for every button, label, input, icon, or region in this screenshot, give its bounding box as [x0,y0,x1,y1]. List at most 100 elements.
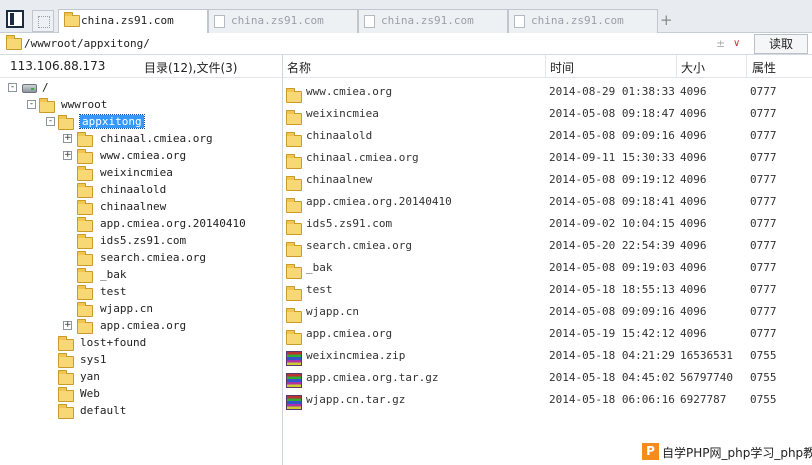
column-time[interactable]: 时间 [550,59,574,76]
folder-icon [58,115,74,130]
tree-node[interactable]: chinaalold [0,182,280,199]
tree-node-label: search.cmiea.org [100,251,206,264]
column-size[interactable]: 大小 [681,59,705,76]
file-attr: 0777 [750,173,777,186]
file-row[interactable]: weixincmiea.zip 2014-05-18 04:21:29 165365… [283,344,812,366]
file-name: weixincmiea.zip [306,349,406,362]
tab-3[interactable]: china.zs91.com [358,9,508,33]
folder-icon [6,35,22,50]
collapse-icon[interactable]: - [8,83,17,92]
tree-node[interactable]: chinaalnew [0,199,280,216]
tree-node[interactable]: lost+found [0,335,280,352]
tree-node[interactable]: sys1 [0,352,280,369]
file-time: 2014-05-18 06:06:16 [549,393,675,406]
tab-label: china.zs91.com [81,14,174,27]
file-row[interactable]: chinaalnew 2014-05-08 09:19:12 4096 0777 [283,168,812,191]
file-row[interactable]: _bak 2014-05-08 09:19:03 4096 0777 [283,256,812,279]
file-size: 4096 [680,107,707,120]
tree-node[interactable]: + app.cmiea.org [0,318,280,335]
file-size: 4096 [680,283,707,296]
sidebar-toggle-icon[interactable] [6,10,24,28]
folder-icon [77,251,93,266]
tree-node-label: sys1 [80,353,107,366]
expand-icon[interactable]: + [63,134,72,143]
file-time: 2014-05-08 09:18:47 [549,107,675,120]
folder-icon [77,183,93,198]
folder-icon [77,149,93,164]
file-attr: 0777 [750,239,777,252]
tab-4[interactable]: china.zs91.com [508,9,658,33]
file-row[interactable]: wjapp.cn 2014-05-08 09:09:16 4096 0777 [283,300,812,323]
tree-node[interactable]: + www.cmiea.org [0,148,280,165]
tree-node[interactable]: default [0,403,280,420]
tab-2[interactable]: china.zs91.com [208,9,358,33]
file-size: 4096 [680,85,707,98]
file-row[interactable]: app.cmiea.org.20140410 2014-05-08 09:18:4… [283,190,812,213]
file-icon [214,15,225,28]
tree-node[interactable]: yan [0,369,280,386]
file-list-pane: 名称 时间 大小 属性 www.cmiea.org 2014-08-29 01:3… [283,55,812,465]
tree-node-label: appxitong [79,114,145,129]
file-row[interactable]: weixincmiea 2014-05-08 09:18:47 4096 0777 [283,102,812,125]
file-name: chinaalold [306,129,373,142]
tree-node[interactable]: - appxitong [0,114,280,131]
tree-node[interactable]: ids5.zs91.com [0,233,280,250]
file-row[interactable]: chinaal.cmiea.org 2014-09-11 15:30:33 4096… [283,146,812,169]
history-dropdown-icon[interactable]: ± [716,37,725,50]
file-attr: 0777 [750,129,777,142]
file-row[interactable]: www.cmiea.org 2014-08-29 01:38:33 4096 0777 [283,80,812,103]
tree-node-label: default [80,404,127,417]
file-attr: 0777 [750,85,777,98]
file-row[interactable]: chinaalold 2014-05-08 09:09:16 4096 0777 [283,124,812,147]
tab-1[interactable]: china.zs91.com [58,9,208,34]
file-row[interactable]: test 2014-05-18 18:55:13 4096 0777 [283,278,812,301]
tree-node[interactable]: + chinaal.cmiea.org [0,131,280,148]
file-row[interactable]: ids5.zs91.com 2014-09-02 10:04:15 4096 0777 [283,212,812,235]
file-time: 2014-05-20 22:54:39 [549,239,675,252]
file-row[interactable]: search.cmiea.org 2014-05-20 22:54:39 4096 0… [283,234,812,257]
add-tab-button[interactable]: + [660,11,673,29]
file-size: 16536531 [680,349,733,362]
folder-icon [77,302,93,317]
tree-node[interactable]: wjapp.cn [0,301,280,318]
tree-node[interactable]: search.cmiea.org [0,250,280,267]
tree-node-label: lost+found [80,336,147,349]
chevron-down-icon[interactable]: ∨ [733,38,740,49]
folder-icon [77,268,93,283]
path-input[interactable]: /wwwroot/appxitong/ [24,37,150,50]
expand-icon[interactable]: + [63,151,72,160]
directory-tree-pane: 113.106.88.173 目录(12),文件(3) - / - wwwroot - a… [0,55,283,465]
drive-icon [22,84,37,93]
collapse-icon[interactable]: - [46,117,55,126]
file-size: 4096 [680,195,707,208]
expand-icon[interactable]: + [63,321,72,330]
blank-tab-icon[interactable] [32,10,54,32]
tree-node[interactable]: Web [0,386,280,403]
file-time: 2014-05-08 09:09:16 [549,305,675,318]
file-size: 4096 [680,173,707,186]
tree-node[interactable]: - / [0,80,280,97]
file-row[interactable]: wjapp.cn.tar.gz 2014-05-18 06:06:16 692778… [283,388,812,410]
read-button[interactable]: 读取 [754,34,808,54]
file-name: chinaal.cmiea.org [306,151,419,164]
tree-node[interactable]: - wwwroot [0,97,280,114]
tree-node-label: chinaalold [100,183,167,196]
file-attr: 0777 [750,305,777,318]
tree-node[interactable]: weixincmiea [0,165,280,182]
file-row[interactable]: app.cmiea.org 2014-05-19 15:42:12 4096 0777 [283,322,812,345]
tree-node[interactable]: test [0,284,280,301]
tree-header: 113.106.88.173 目录(12),文件(3) [0,55,282,78]
tree-node-label: wjapp.cn [100,302,153,315]
file-name: test [306,283,333,296]
collapse-icon[interactable]: - [27,100,36,109]
folder-icon [77,217,93,232]
file-name: wjapp.cn [306,305,359,318]
tree-node-label: Web [80,387,100,400]
column-name[interactable]: 名称 [287,59,311,76]
column-attr[interactable]: 属性 [752,59,776,76]
tree-node[interactable]: app.cmiea.org.20140410 [0,216,280,233]
folder-icon [77,200,93,215]
tree-node[interactable]: _bak [0,267,280,284]
file-row[interactable]: app.cmiea.org.tar.gz 2014-05-18 04:45:02 5… [283,366,812,388]
file-attr: 0777 [750,283,777,296]
